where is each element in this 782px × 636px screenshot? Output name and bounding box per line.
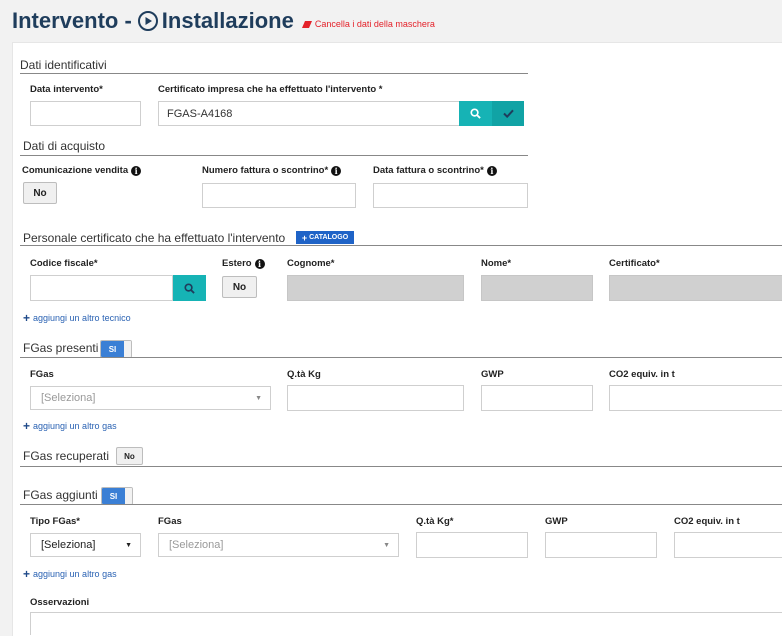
toggle-knob — [124, 341, 131, 357]
tipo-fgas-label: Tipo FGas* — [30, 516, 80, 527]
estero-label: Estero i — [222, 258, 265, 269]
search-codice-button[interactable] — [173, 275, 206, 301]
plus-icon: + — [23, 567, 31, 581]
info-icon[interactable]: i — [486, 165, 497, 176]
codice-fiscale-label: Codice fiscale* — [30, 258, 98, 269]
cognome-input — [287, 275, 464, 301]
fgas-aggiunti-toggle[interactable]: SI — [101, 487, 133, 505]
gwp-aggiunti-input[interactable] — [545, 532, 657, 558]
play-circle-icon — [137, 11, 158, 31]
search-certificato-button[interactable] — [459, 101, 492, 126]
nome-input — [481, 275, 593, 301]
co2-input[interactable] — [609, 385, 782, 411]
section-divider — [20, 73, 528, 74]
catalogo-label: CATALOGO — [309, 234, 349, 241]
section-divider — [20, 504, 782, 505]
data-intervento-label: Data intervento* — [30, 84, 103, 95]
osservazioni-label: Osservazioni — [30, 597, 90, 608]
numero-fattura-label: Numero fattura o scontrino* i — [202, 165, 342, 176]
qta-kg-aggiunti-label: Q.tà Kg* — [416, 516, 454, 527]
section-fgas-recuperati: FGas recuperati — [23, 449, 110, 463]
add-gas-aggiunti-label: aggiungi un altro gas — [33, 569, 117, 579]
section-dati-identificativi: Dati identificativi — [20, 58, 107, 72]
section-fgas-presenti: FGas presenti — [23, 341, 99, 355]
certificato-label: Certificato* — [609, 258, 660, 269]
catalogo-button[interactable]: + CATALOGO — [296, 231, 354, 244]
numero-fattura-text: Numero fattura o scontrino* — [202, 165, 329, 176]
add-tecnico-link[interactable]: + aggiungi un altro tecnico — [23, 311, 131, 325]
fgas-aggiunti-label: FGas — [158, 516, 182, 527]
osservazioni-textarea[interactable] — [30, 612, 782, 635]
title-main: Installazione — [161, 8, 294, 33]
add-gas-presenti-link[interactable]: + aggiungi un altro gas — [23, 419, 117, 433]
add-tecnico-label: aggiungi un altro tecnico — [33, 313, 131, 323]
certificato-input — [609, 275, 782, 301]
plus-icon: + — [301, 232, 308, 243]
tipo-fgas-select-value: [Seleziona] — [41, 539, 96, 551]
gwp-input[interactable] — [481, 385, 593, 411]
caret-down-icon: ▼ — [255, 394, 262, 402]
clear-form-label: Cancella i dati della maschera — [314, 19, 435, 29]
co2-aggiunti-input[interactable] — [674, 532, 782, 558]
caret-down-icon: ▼ — [383, 541, 390, 549]
qta-kg-label: Q.tà Kg — [287, 369, 321, 380]
co2-label: CO2 equiv. in t — [609, 369, 675, 380]
check-icon — [502, 109, 514, 118]
fgas-aggiunti-select[interactable]: [Seleziona] ▼ — [158, 533, 399, 557]
confirm-certificato-button[interactable] — [492, 101, 524, 126]
data-intervento-input[interactable] — [30, 101, 141, 126]
plus-icon: + — [23, 419, 31, 433]
comunicazione-vendita-text: Comunicazione vendita — [22, 165, 129, 176]
fgas-presenti-toggle[interactable]: SI — [100, 340, 132, 358]
data-fattura-text: Data fattura o scontrino* — [373, 165, 484, 176]
estero-text: Estero — [222, 258, 252, 269]
info-icon[interactable]: i — [254, 258, 265, 269]
section-divider — [20, 155, 528, 156]
info-icon[interactable]: i — [131, 165, 142, 176]
title-prefix: Intervento - — [12, 8, 132, 33]
certificato-impresa-label: Certificato impresa che ha effettuato l'… — [158, 84, 383, 95]
estero-toggle[interactable]: No — [222, 276, 257, 298]
fgas-label: FGas — [30, 369, 54, 380]
comunicazione-vendita-label: Comunicazione vendita i — [22, 165, 142, 176]
add-gas-presenti-label: aggiungi un altro gas — [33, 421, 117, 431]
qta-kg-input[interactable] — [287, 385, 464, 411]
section-divider — [20, 466, 782, 467]
clear-form-link[interactable]: Cancella i dati della maschera — [301, 19, 435, 29]
fgas-presenti-select[interactable]: [Seleziona] ▼ — [30, 386, 271, 410]
co2-aggiunti-label: CO2 equiv. in t — [674, 516, 740, 527]
fgas-aggiunti-select-value: [Seleziona] — [169, 539, 224, 551]
data-fattura-label: Data fattura o scontrino* i — [373, 165, 497, 176]
nome-label: Nome* — [481, 258, 512, 269]
caret-down-icon: ▼ — [125, 541, 132, 549]
cognome-label: Cognome* — [287, 258, 335, 269]
info-icon[interactable]: i — [331, 165, 342, 176]
eraser-icon — [301, 20, 312, 28]
plus-icon: + — [23, 311, 31, 325]
gwp-aggiunti-label: GWP — [545, 516, 568, 527]
fgas-presenti-toggle-label: SI — [101, 341, 124, 357]
section-divider — [20, 245, 782, 246]
fgas-presenti-select-value: [Seleziona] — [41, 392, 96, 404]
search-icon — [470, 108, 481, 119]
section-divider — [20, 357, 782, 358]
fgas-recuperati-toggle[interactable]: No — [116, 447, 143, 465]
data-fattura-input[interactable] — [373, 183, 528, 208]
tipo-fgas-select[interactable]: [Seleziona] ▼ — [30, 533, 141, 557]
fgas-aggiunti-toggle-label: SI — [102, 488, 125, 504]
gwp-label: GWP — [481, 369, 504, 380]
search-icon — [184, 282, 195, 294]
certificato-impresa-input[interactable]: FGAS-A4168 — [158, 101, 460, 126]
page-title: Intervento - Installazione Cancella i da… — [12, 8, 435, 34]
numero-fattura-input[interactable] — [202, 183, 356, 208]
qta-kg-aggiunti-input[interactable] — [416, 532, 528, 558]
add-gas-aggiunti-link[interactable]: + aggiungi un altro gas — [23, 567, 117, 581]
section-personale-certificato: Personale certificato che ha effettuato … — [23, 231, 286, 245]
section-dati-acquisto: Dati di acquisto — [23, 139, 106, 153]
comunicazione-vendita-toggle[interactable]: No — [23, 182, 57, 204]
section-fgas-aggiunti: FGas aggiunti — [23, 488, 98, 502]
toggle-knob — [125, 488, 132, 504]
codice-fiscale-input[interactable] — [30, 275, 173, 301]
